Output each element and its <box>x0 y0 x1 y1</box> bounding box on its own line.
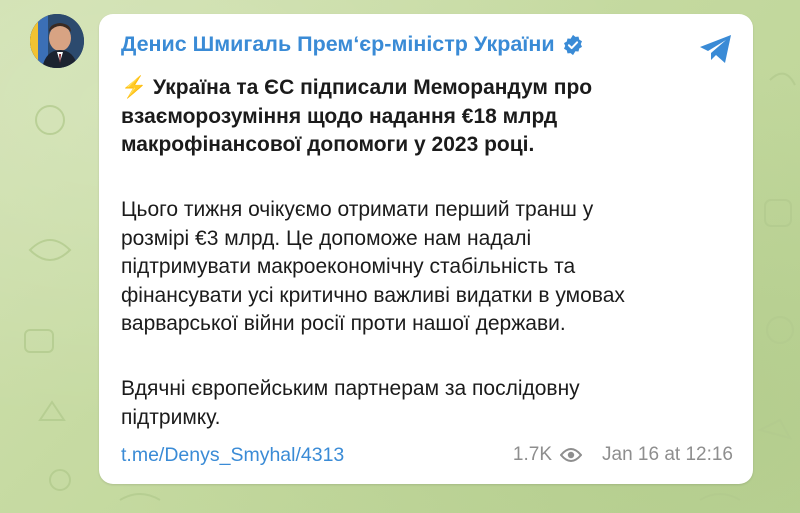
lightning-emoji-icon: ⚡ <box>121 76 148 99</box>
message-date: Jan 16 at 12:16 <box>602 444 733 465</box>
message-meta: 1.7K Jan 16 at 12:16 <box>513 444 733 466</box>
message-footer: t.me/Denys_Smyhal/4313 1.7K Jan 16 at 12… <box>121 442 733 468</box>
message-closing: Вдячні європейським партнерам за послідо… <box>121 377 580 429</box>
channel-name[interactable]: Денис Шмигаль Прем‘єр-міністр України <box>121 32 555 57</box>
message-headline: ⚡ Україна та ЄС підписали Меморандум про… <box>121 74 741 160</box>
telegram-share-icon[interactable] <box>697 32 735 66</box>
post-link[interactable]: t.me/Denys_Smyhal/4313 <box>121 444 344 467</box>
verified-badge-icon <box>563 34 582 55</box>
avatar-portrait <box>30 14 84 68</box>
view-count: 1.7K <box>512 444 552 465</box>
message-header: Денис Шмигаль Прем‘єр-міністр України <box>121 32 584 57</box>
eye-icon <box>560 448 582 462</box>
message-bubble: Денис Шмигаль Прем‘єр-міністр України ⚡ … <box>99 14 753 484</box>
message-body: Цього тижня очікуємо отримати перший тра… <box>121 198 625 335</box>
headline-text: Україна та ЄС підписали Меморандум про в… <box>121 76 593 156</box>
channel-avatar[interactable] <box>30 14 84 68</box>
